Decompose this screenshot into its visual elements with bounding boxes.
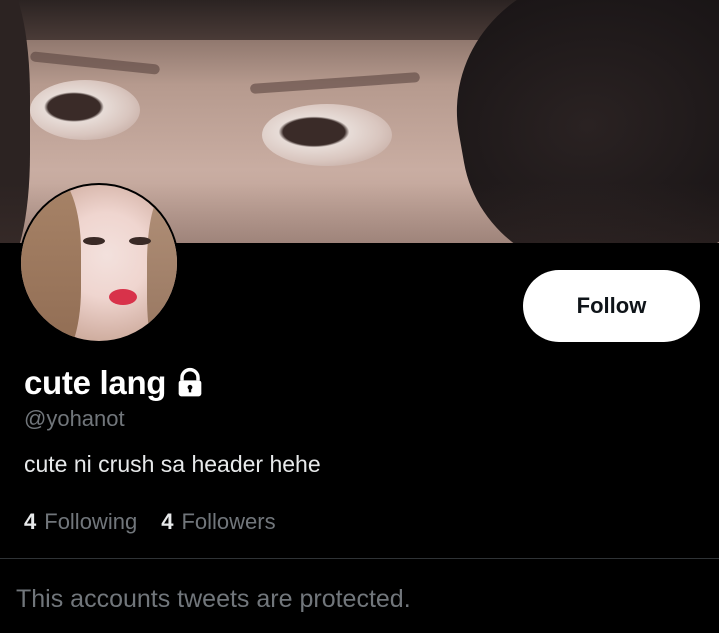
following-link[interactable]: 4 Following xyxy=(24,509,137,535)
profile-stats: 4 Following 4 Followers xyxy=(24,509,300,535)
display-name: cute lang xyxy=(24,364,167,401)
profile-bio: cute ni crush sa header hehe xyxy=(24,451,321,477)
display-name-row: cute lang xyxy=(24,364,206,402)
protected-tweets-message: This accounts tweets are protected. xyxy=(16,585,411,613)
profile-page: Follow cute lang @yohanot cute ni crush … xyxy=(0,0,719,633)
followers-link[interactable]: 4 Followers xyxy=(161,509,275,535)
user-handle: @yohanot xyxy=(24,406,125,431)
lock-icon xyxy=(178,368,202,397)
following-count: 4 xyxy=(24,509,37,534)
followers-label: Followers xyxy=(181,509,276,534)
followers-count: 4 xyxy=(161,509,174,534)
divider xyxy=(0,558,719,559)
following-label: Following xyxy=(44,509,138,534)
follow-button[interactable]: Follow xyxy=(523,270,700,342)
avatar[interactable] xyxy=(19,183,179,343)
